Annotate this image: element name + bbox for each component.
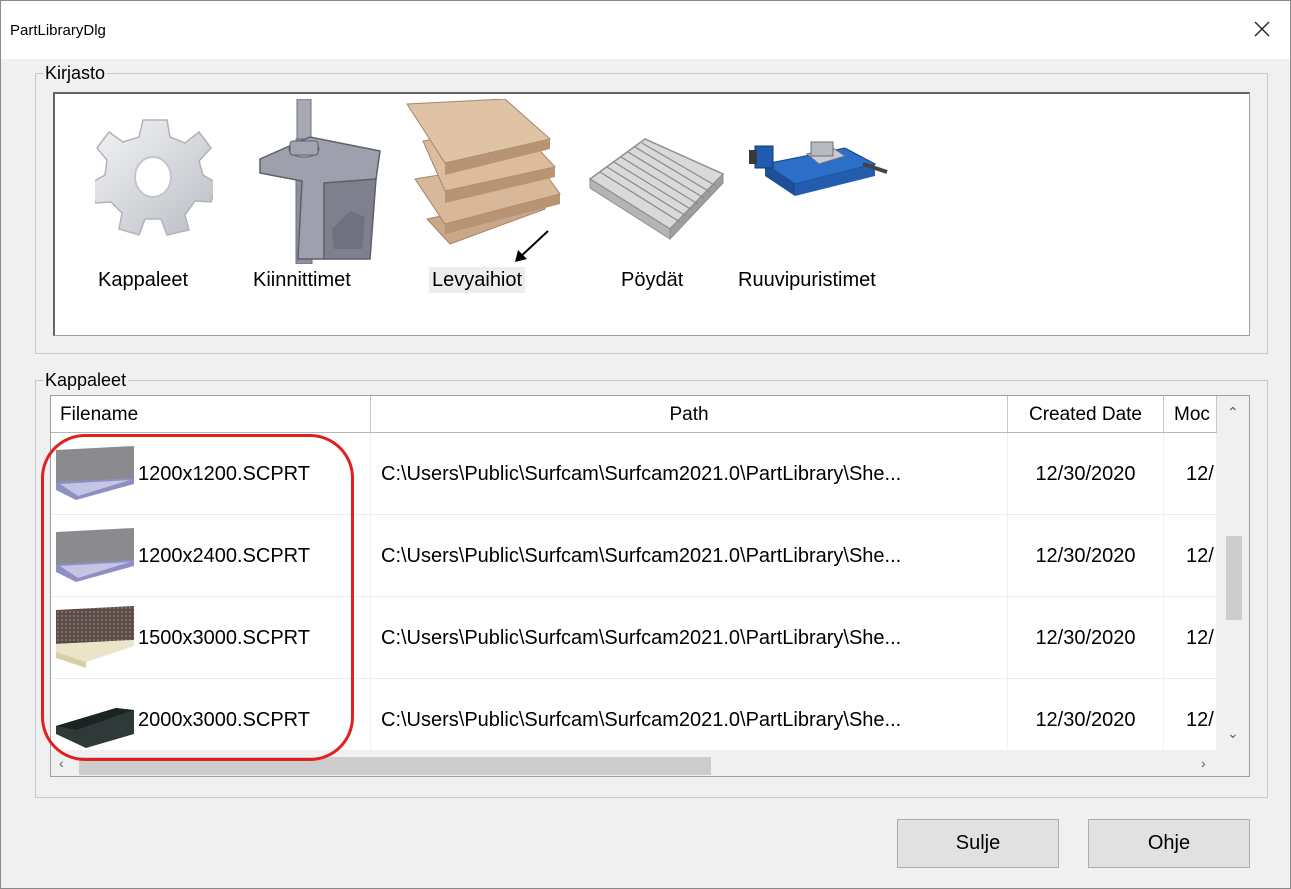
part-library-dialog: PartLibraryDlg Kirjasto Kappaleet Kiinni…	[0, 0, 1291, 889]
scroll-up-icon[interactable]: ⌃	[1227, 405, 1239, 419]
table-row[interactable]: 1500x3000.SCPRT C:\Users\Public\Surfcam\…	[51, 597, 1217, 679]
vertical-scroll-thumb[interactable]	[1226, 536, 1242, 620]
library-item-kappaleet[interactable]: Kappaleet	[95, 94, 215, 304]
scrollbar-corner	[1217, 750, 1249, 776]
help-button[interactable]: Ohje	[1088, 819, 1250, 868]
path-cell: C:\Users\Public\Surfcam\Surfcam2021.0\Pa…	[381, 679, 1008, 761]
column-header-filename[interactable]: Filename	[51, 396, 371, 433]
parts-list[interactable]: Filename Path Created Date Moc 1200x1200…	[50, 395, 1250, 777]
dark-sheet-thumbnail	[56, 688, 134, 750]
gray-sheet-thumbnail	[56, 442, 134, 504]
filename-text: 1200x1200.SCPRT	[138, 463, 310, 485]
column-header-modified-date[interactable]: Moc	[1164, 396, 1217, 433]
table-row[interactable]: 2000x3000.SCPRT C:\Users\Public\Surfcam\…	[51, 679, 1217, 761]
window-title: PartLibraryDlg	[10, 22, 106, 39]
filename-cell: 1500x3000.SCPRT	[51, 597, 371, 679]
filename-cell: 1200x1200.SCPRT	[51, 433, 371, 515]
library-item-poydat[interactable]: Pöydät	[585, 94, 730, 304]
slotted-table-icon	[588, 138, 725, 241]
library-item-levyaihiot[interactable]: Levyaihiot	[405, 94, 565, 304]
filename-cell: 1200x2400.SCPRT	[51, 515, 371, 597]
horizontal-scrollbar[interactable]: ‹ ›	[51, 750, 1217, 776]
library-group: Kirjasto Kappaleet Kiinnittimet Levyaihi…	[35, 63, 1268, 354]
parts-group-label: Kappaleet	[43, 370, 129, 390]
library-item-label: Kiinnittimet	[253, 269, 351, 291]
table-row[interactable]: 1200x1200.SCPRT C:\Users\Public\Surfcam\…	[51, 433, 1217, 515]
textured-sheet-thumbnail	[56, 606, 134, 668]
parts-group: Kappaleet Filename Path Created Date Moc	[35, 370, 1268, 798]
cursor-arrow-icon	[515, 230, 549, 262]
library-item-label: Ruuvipuristimet	[738, 269, 876, 291]
created-date-cell: 12/30/2020	[1008, 515, 1164, 597]
modified-date-cell: 12/	[1164, 597, 1217, 679]
library-item-ruuvipuristimet[interactable]: Ruuvipuristimet	[735, 94, 910, 304]
path-cell: C:\Users\Public\Surfcam\Surfcam2021.0\Pa…	[381, 515, 1008, 597]
gray-sheet-thumbnail	[56, 524, 134, 586]
scroll-down-icon[interactable]: ⌄	[1227, 726, 1239, 740]
close-window-button[interactable]	[1232, 1, 1290, 59]
library-panel: Kappaleet Kiinnittimet Levyaihiot Pöydät…	[53, 92, 1250, 336]
vertical-scrollbar[interactable]: ⌃ ⌄	[1217, 396, 1249, 750]
clamp-icon	[259, 99, 381, 264]
title-bar: PartLibraryDlg	[1, 1, 1290, 59]
modified-date-cell: 12/	[1164, 679, 1217, 761]
list-header: Filename Path Created Date Moc	[51, 396, 1217, 434]
column-header-created-date[interactable]: Created Date	[1008, 396, 1164, 433]
wood-sheets-icon	[406, 99, 561, 245]
modified-date-cell: 12/	[1164, 433, 1217, 515]
scroll-right-icon[interactable]: ›	[1201, 756, 1206, 770]
library-item-kiinnittimet[interactable]: Kiinnittimet	[245, 94, 395, 304]
created-date-cell: 12/30/2020	[1008, 433, 1164, 515]
horizontal-scroll-thumb[interactable]	[79, 757, 711, 775]
close-icon	[1254, 21, 1270, 37]
scroll-left-icon[interactable]: ‹	[59, 756, 64, 770]
gear-icon	[95, 119, 213, 236]
path-cell: C:\Users\Public\Surfcam\Surfcam2021.0\Pa…	[381, 433, 1008, 515]
filename-text: 1500x3000.SCPRT	[138, 627, 310, 649]
vise-icon	[749, 141, 888, 196]
library-item-label: Levyaihiot	[429, 267, 526, 293]
filename-text: 1200x2400.SCPRT	[138, 545, 310, 567]
table-row[interactable]: 1200x2400.SCPRT C:\Users\Public\Surfcam\…	[51, 515, 1217, 597]
filename-text: 2000x3000.SCPRT	[138, 709, 310, 731]
path-cell: C:\Users\Public\Surfcam\Surfcam2021.0\Pa…	[381, 597, 1008, 679]
library-item-label: Kappaleet	[98, 269, 189, 291]
filename-cell: 2000x3000.SCPRT	[51, 679, 371, 761]
library-item-label: Pöydät	[621, 269, 684, 291]
library-group-label: Kirjasto	[43, 63, 108, 83]
column-header-path[interactable]: Path	[371, 396, 1008, 433]
created-date-cell: 12/30/2020	[1008, 597, 1164, 679]
modified-date-cell: 12/	[1164, 515, 1217, 597]
created-date-cell: 12/30/2020	[1008, 679, 1164, 761]
close-button[interactable]: Sulje	[897, 819, 1059, 868]
